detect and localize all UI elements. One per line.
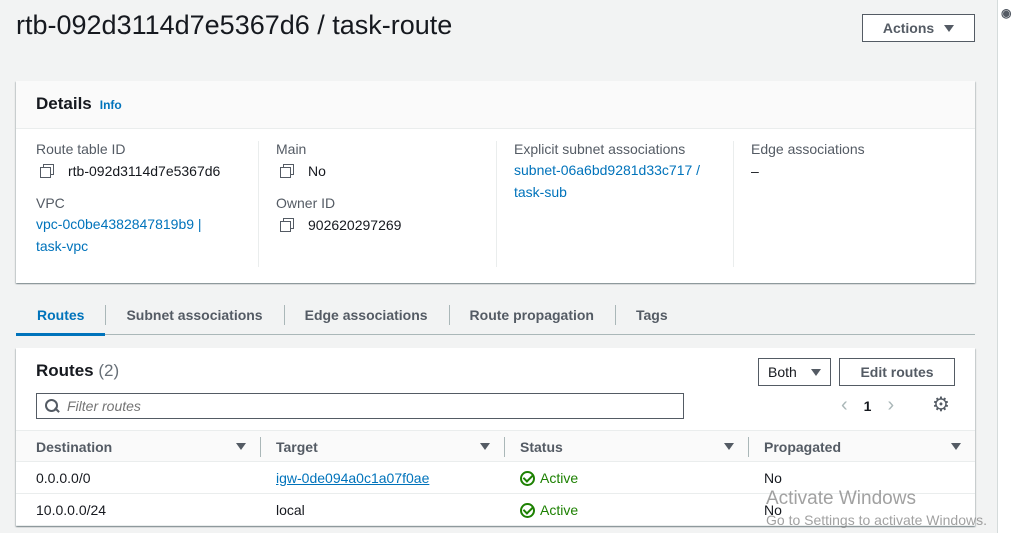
tab-route-propagation[interactable]: Route propagation (448, 296, 615, 334)
details-col-3: Explicit subnet associations subnet-06a6… (496, 141, 734, 267)
routes-heading: Routes (2) (36, 361, 119, 381)
caret-down-icon (811, 368, 821, 376)
target-cell: igw-0de094a0c1a07f0ae (276, 462, 429, 494)
column-header-status[interactable]: Status (504, 431, 748, 462)
table-row: 0.0.0.0/0 igw-0de094a0c1a07f0ae Active N… (16, 462, 975, 494)
main-value: No (276, 163, 496, 179)
route-table-id-value: rtb-092d3114d7e5367d6 (36, 163, 258, 179)
vpc-link[interactable]: vpc-0c0be4382847819b9 | task-vpc (36, 213, 258, 257)
actions-label: Actions (882, 20, 935, 36)
rail-toggle-icon[interactable]: ◉ (1001, 6, 1011, 20)
route-table-id-label: Route table ID (36, 141, 126, 157)
destination-cell: 10.0.0.0/24 (36, 502, 107, 518)
details-panel: Details Info Route table ID rtb-092d3114… (16, 81, 975, 283)
subnet-link-line1[interactable]: subnet-06a6bd9281d33c717 / (514, 159, 734, 181)
destination-cell: 0.0.0.0/0 (36, 470, 91, 486)
table-header: Destination Target Status Propagated (16, 430, 975, 462)
target-link[interactable]: igw-0de094a0c1a07f0ae (276, 470, 429, 486)
tab-subnet-associations[interactable]: Subnet associations (105, 296, 283, 334)
filter-routes-input[interactable] (67, 398, 667, 414)
status-cell: Active (520, 494, 578, 526)
column-header-propagated[interactable]: Propagated (748, 431, 975, 462)
tab-tags[interactable]: Tags (614, 296, 689, 334)
copy-icon[interactable] (280, 218, 294, 232)
target-cell: local (276, 502, 305, 518)
chevron-right-icon[interactable]: › (887, 394, 894, 417)
routes-title: Routes (36, 361, 94, 380)
owner-text: 902620297269 (308, 217, 402, 233)
page-title: rtb-092d3114d7e5367d6 / task-route (16, 10, 453, 40)
routes-count: (2) (98, 361, 120, 380)
propagated-cell: No (764, 502, 782, 518)
column-label: Destination (36, 438, 113, 455)
routes-panel: Routes (2) Both Edit routes ‹ 1 › ⚙ Dest… (16, 348, 975, 526)
sort-icon[interactable] (724, 443, 734, 450)
owner-label: Owner ID (276, 195, 336, 211)
copy-icon[interactable] (280, 164, 294, 178)
main-text: No (308, 163, 326, 179)
copy-icon[interactable] (40, 164, 54, 178)
status-text: Active (540, 470, 579, 486)
sort-icon[interactable] (480, 443, 490, 450)
actions-button[interactable]: Actions (862, 14, 975, 42)
filter-select-value: Both (768, 364, 797, 380)
details-col-1: Route table ID rtb-092d3114d7e5367d6 VPC… (36, 141, 258, 267)
status-badge: Active (520, 470, 578, 486)
propagated-cell: No (764, 470, 782, 486)
status-badge: Active (520, 502, 578, 518)
check-circle-icon (520, 502, 535, 518)
column-header-destination[interactable]: Destination (16, 431, 260, 462)
column-label: Status (520, 438, 563, 455)
details-col-4: Edge associations – (733, 141, 971, 267)
details-col-2: Main No Owner ID 902620297269 (258, 141, 496, 267)
subnet-label: Explicit subnet associations (514, 141, 686, 157)
vpc-label: VPC (36, 195, 65, 211)
sort-icon[interactable] (951, 443, 961, 450)
edge-value: – (751, 163, 759, 179)
vpc-link-line2[interactable]: task-vpc (36, 235, 258, 257)
page-number[interactable]: 1 (864, 398, 872, 414)
subnet-link[interactable]: subnet-06a6bd9281d33c717 / task-sub (514, 159, 734, 203)
propagation-filter-select[interactable]: Both (758, 358, 831, 386)
chevron-left-icon[interactable]: ‹ (841, 394, 848, 417)
gear-icon[interactable]: ⚙ (932, 395, 950, 415)
vpc-link-line1[interactable]: vpc-0c0be4382847819b9 | (36, 213, 258, 235)
caret-down-icon (944, 24, 955, 32)
column-header-target[interactable]: Target (260, 431, 504, 462)
tab-edge-associations[interactable]: Edge associations (283, 296, 449, 334)
status-cell: Active (520, 462, 578, 494)
owner-value: 902620297269 (276, 217, 496, 233)
search-icon (45, 399, 59, 413)
subnet-link-line2[interactable]: task-sub (514, 181, 734, 203)
main-label: Main (276, 141, 307, 157)
sort-icon[interactable] (236, 443, 246, 450)
tab-bar: Routes Subnet associations Edge associat… (16, 296, 975, 336)
details-heading: Details (36, 94, 92, 113)
filter-routes-field[interactable] (36, 393, 684, 419)
table-row: 10.0.0.0/24 local Active No (16, 494, 975, 526)
check-circle-icon (520, 470, 535, 486)
route-table-id-text: rtb-092d3114d7e5367d6 (68, 163, 221, 179)
status-text: Active (540, 502, 579, 518)
details-header: Details Info (16, 81, 975, 129)
edit-routes-button[interactable]: Edit routes (839, 358, 955, 386)
edge-label: Edge associations (751, 141, 865, 157)
column-label: Propagated (764, 438, 842, 455)
column-label: Target (276, 438, 318, 455)
tab-routes[interactable]: Routes (16, 296, 106, 336)
pagination: ‹ 1 › (841, 394, 894, 417)
right-rail (997, 0, 1024, 533)
info-link[interactable]: Info (100, 98, 122, 112)
